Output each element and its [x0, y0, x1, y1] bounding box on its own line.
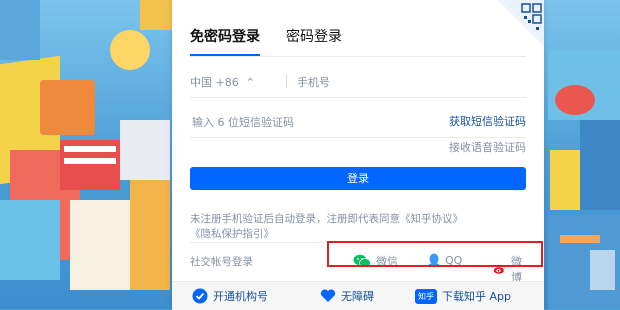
voice-code-link[interactable]: 接收语音验证码	[449, 139, 526, 155]
sms-code-input[interactable]	[190, 110, 414, 134]
open-org-account-link[interactable]: 开通机构号	[192, 288, 268, 304]
tab-sms-login[interactable]: 免密码登录	[190, 26, 260, 57]
phone-row: 中国 +86 ⌃	[190, 66, 529, 98]
divider	[286, 74, 287, 88]
zhihu-agreement-link[interactable]: 《知乎协议》	[400, 213, 463, 225]
tab-divider	[190, 56, 526, 57]
login-tabs: 免密码登录 密码登录	[190, 26, 342, 57]
heart-icon	[320, 289, 336, 302]
zhihu-logo-icon: 知乎	[415, 288, 437, 304]
download-app-link[interactable]: 知乎 下载知乎 App	[415, 288, 511, 304]
country-code-select[interactable]: 中国 +86 ⌃	[190, 74, 255, 90]
agreement-text: 未注册手机验证后自动登录，注册即代表同意《知乎协议》 《隐私保护指引》	[190, 213, 463, 240]
login-button[interactable]: 登录	[190, 167, 526, 190]
social-login-label: 社交帐号登录	[190, 256, 253, 268]
tab-password-login[interactable]: 密码登录	[286, 26, 342, 57]
qr-code-icon[interactable]	[498, 0, 544, 46]
phone-input[interactable]	[295, 70, 529, 94]
highlight-box	[327, 241, 543, 267]
privacy-guide-link[interactable]: 《隐私保护指引》	[190, 228, 274, 240]
accessibility-link[interactable]: 无障碍	[320, 288, 374, 304]
get-sms-code-button[interactable]: 获取短信验证码	[449, 113, 526, 129]
chevron-updown-icon: ⌃	[245, 76, 255, 89]
sms-row: 获取短信验证码	[190, 106, 526, 138]
footer-bar: 开通机构号 无障碍 知乎 下载知乎 App	[172, 281, 544, 310]
verified-badge-icon	[192, 288, 208, 304]
